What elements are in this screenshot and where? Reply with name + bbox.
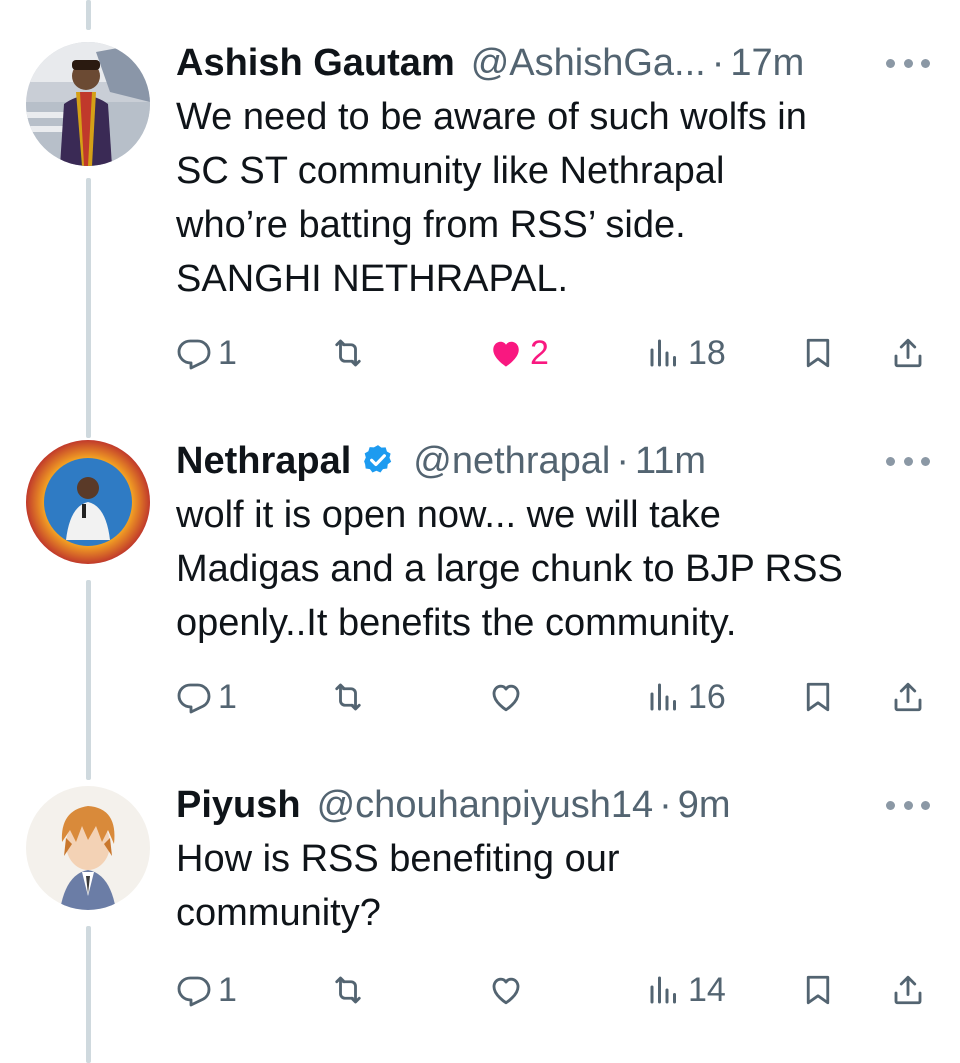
tweet-text: wolf it is open now... we will take Madi…	[176, 494, 843, 644]
views-icon	[650, 683, 676, 711]
bookmark-button[interactable]	[800, 328, 836, 378]
reply-icon	[177, 976, 211, 1007]
retweet-icon	[335, 976, 361, 1004]
tweet[interactable]: Nethrapal @nethrapal · 11m wolf it is op…	[0, 438, 960, 758]
reply-icon	[177, 339, 211, 370]
share-button[interactable]	[890, 672, 926, 722]
heart-icon	[492, 684, 520, 712]
bookmark-button[interactable]	[800, 965, 836, 1015]
retweet-icon	[335, 339, 361, 367]
share-icon	[894, 338, 922, 368]
tweet[interactable]: Piyush @chouhanpiyush14 · 9m How is RSS …	[0, 782, 960, 1062]
view-count: 14	[688, 970, 726, 1009]
action-bar: 1 14	[0, 965, 960, 1015]
retweet-button[interactable]	[330, 328, 372, 378]
display-name[interactable]: Ashish Gautam	[176, 40, 455, 86]
timestamp[interactable]: 11m	[635, 438, 706, 484]
reply-count: 1	[218, 970, 237, 1009]
reply-count: 1	[218, 677, 237, 716]
heart-filled-icon	[493, 341, 519, 367]
user-photo-avatar-icon	[26, 42, 150, 166]
heart-icon	[492, 977, 520, 1005]
like-button[interactable]	[488, 672, 530, 722]
tweet-text: We need to be aware of such wolfs in SC …	[176, 96, 807, 300]
avatar[interactable]	[26, 786, 150, 910]
reply-icon	[177, 683, 211, 714]
bookmark-button[interactable]	[800, 672, 836, 722]
retweet-button[interactable]	[330, 672, 372, 722]
display-name[interactable]: Piyush	[176, 782, 301, 828]
views-button[interactable]: 18	[646, 328, 726, 378]
share-button[interactable]	[890, 965, 926, 1015]
retweet-button[interactable]	[330, 965, 372, 1015]
more-options-icon[interactable]	[886, 782, 930, 828]
user-handle[interactable]: @AshishGa...	[471, 40, 706, 86]
verified-badge-icon	[364, 445, 392, 473]
bookmark-icon	[806, 338, 830, 368]
bookmark-icon	[806, 975, 830, 1005]
like-count: 2	[530, 333, 549, 372]
anime-character-avatar-icon	[26, 786, 150, 910]
retweet-icon	[335, 683, 361, 711]
avatar[interactable]	[26, 440, 150, 564]
bookmark-icon	[806, 682, 830, 712]
views-icon	[650, 339, 676, 367]
views-button[interactable]: 16	[646, 672, 726, 722]
thread-line	[86, 0, 91, 30]
timestamp[interactable]: 17m	[730, 40, 804, 86]
reply-button[interactable]: 1	[176, 672, 237, 722]
action-bar: 1 2 18	[0, 328, 960, 378]
reply-count: 1	[218, 333, 237, 372]
more-options-icon[interactable]	[886, 438, 930, 484]
like-button[interactable]	[488, 965, 530, 1015]
action-bar: 1 16	[0, 672, 960, 722]
more-options-icon[interactable]	[886, 40, 930, 86]
separator-dot: ·	[616, 440, 629, 482]
view-count: 18	[688, 333, 726, 372]
view-count: 16	[688, 677, 726, 716]
separator-dot: ·	[711, 42, 725, 84]
reply-button[interactable]: 1	[176, 328, 237, 378]
avatar[interactable]	[26, 42, 150, 166]
views-icon	[650, 976, 676, 1004]
share-icon	[894, 975, 922, 1005]
share-icon	[894, 682, 922, 712]
separator-dot: ·	[659, 784, 672, 826]
user-photo-avatar-icon	[26, 440, 150, 564]
tweet-text: How is RSS benefiting our community?	[176, 838, 620, 934]
tweet[interactable]: Ashish Gautam @AshishGa... · 17m We need…	[0, 40, 960, 400]
user-handle[interactable]: @nethrapal	[413, 438, 610, 484]
views-button[interactable]: 14	[646, 965, 726, 1015]
reply-button[interactable]: 1	[176, 965, 237, 1015]
user-handle[interactable]: @chouhanpiyush14	[317, 782, 654, 828]
like-button[interactable]: 2	[488, 328, 549, 378]
share-button[interactable]	[890, 328, 926, 378]
timestamp[interactable]: 9m	[678, 782, 731, 828]
display-name[interactable]: Nethrapal	[176, 438, 351, 484]
